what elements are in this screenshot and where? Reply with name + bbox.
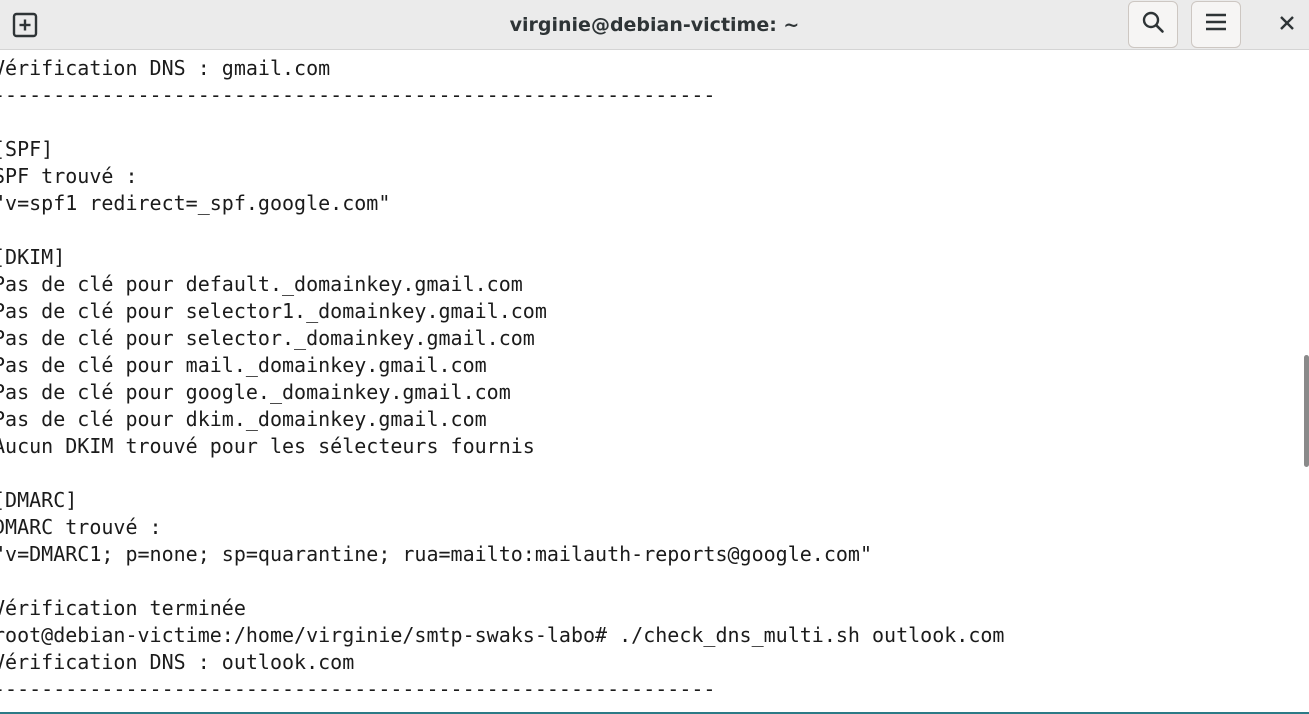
terminal-line: [DKIM] <box>0 245 66 269</box>
terminal-line: [SPF] <box>0 137 54 161</box>
terminal-window: virginie@debian-victime: ~ Vérification … <box>0 0 1309 714</box>
menu-button[interactable] <box>1191 1 1241 48</box>
terminal-line: SPF trouvé : <box>0 164 138 188</box>
terminal-line: Pas de clé pour mail._domainkey.gmail.co… <box>0 353 487 377</box>
terminal-output[interactable]: Vérification DNS : gmail.com -----------… <box>0 50 1301 712</box>
window-title: virginie@debian-victime: ~ <box>509 14 800 36</box>
terminal-line: Pas de clé pour dkim._domainkey.gmail.co… <box>0 407 487 431</box>
terminal-line: DMARC trouvé : <box>0 515 162 539</box>
scrollbar-thumb[interactable] <box>1304 355 1309 467</box>
vertical-scrollbar[interactable] <box>1301 50 1309 712</box>
search-button[interactable] <box>1128 1 1178 48</box>
search-icon <box>1141 10 1165 39</box>
terminal-line: Pas de clé pour selector1._domainkey.gma… <box>0 299 547 323</box>
terminal-line: Pas de clé pour selector._domainkey.gmai… <box>0 326 535 350</box>
terminal-line: [DMARC] <box>0 488 78 512</box>
new-tab-button[interactable] <box>0 0 50 50</box>
terminal-line: ----------------------------------------… <box>0 677 716 701</box>
terminal-line: ----------------------------------------… <box>0 83 716 107</box>
terminal-line: "v=spf1 redirect=_spf.google.com" <box>0 191 391 215</box>
terminal-line: Vérification DNS : gmail.com <box>0 56 331 80</box>
terminal-line: Vérification DNS : outlook.com <box>0 650 355 674</box>
terminal-line: Pas de clé pour google._domainkey.gmail.… <box>0 380 511 404</box>
terminal-line: Pas de clé pour default._domainkey.gmail… <box>0 272 523 296</box>
close-icon <box>1279 15 1295 36</box>
terminal-line: Vérification terminée <box>0 596 246 620</box>
terminal-line: "v=DMARC1; p=none; sp=quarantine; rua=ma… <box>0 542 872 566</box>
title-bar: virginie@debian-victime: ~ <box>0 0 1309 50</box>
hamburger-menu-icon <box>1205 12 1227 37</box>
close-button[interactable] <box>1265 0 1309 50</box>
terminal-line: Aucun DKIM trouvé pour les sélecteurs fo… <box>0 434 535 458</box>
terminal-line: root@debian-victime:/home/virginie/smtp-… <box>0 623 1005 647</box>
new-tab-icon <box>12 12 38 38</box>
